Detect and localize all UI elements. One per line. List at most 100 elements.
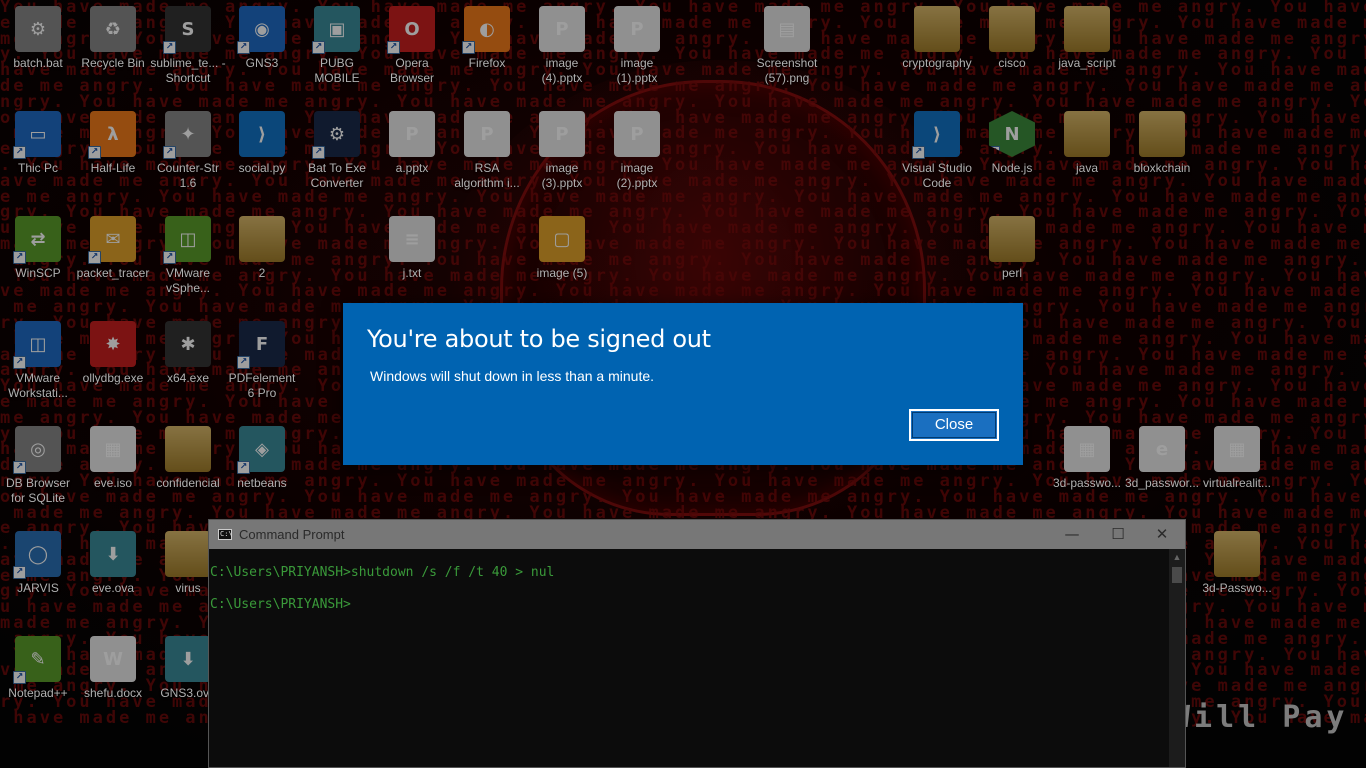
desktop-icon[interactable]: ⬇ eve.ova [75, 525, 151, 596]
desktop-icon[interactable]: ✸ ollydbg.exe [75, 315, 151, 386]
file-icon [1064, 6, 1110, 52]
cmd-console-output[interactable]: C:\Users\PRIYANSH>shutdown /s /f /t 40 >… [209, 549, 1169, 767]
desktop-icon[interactable]: ▤ Screenshot (57).png [749, 0, 825, 86]
file-icon: ⚙ [15, 6, 61, 52]
desktop-icon-label: Screenshot (57).png [756, 56, 818, 85]
desktop-icon-label: Half-Life [90, 161, 136, 175]
desktop-icon[interactable]: ⚙ batch.bat [0, 0, 76, 71]
file-icon [989, 216, 1035, 262]
shortcut-arrow-icon: ↗ [13, 461, 26, 474]
desktop-icon-label: java_script [1058, 56, 1116, 70]
cmd-line: C:\Users\PRIYANSH>shutdown /s /f /t 40 >… [210, 565, 555, 580]
desktop-icon[interactable]: Wshefu.docx [75, 630, 151, 701]
desktop-icon[interactable]: 3d-Passwo... [1199, 525, 1275, 596]
desktop-icon[interactable]: cisco [974, 0, 1050, 71]
scroll-thumb[interactable] [1172, 567, 1182, 583]
desktop-icon-label: social.py [238, 161, 286, 175]
desktop-icon-label: java [1075, 161, 1098, 175]
file-icon [239, 216, 285, 262]
desktop-icon[interactable]: ⚙ ↗ Bat To Exe Converter [299, 105, 375, 191]
desktop-icon[interactable]: cryptography [899, 0, 975, 71]
file-icon: ✦ ↗ [163, 111, 211, 159]
desktop-icon[interactable]: ▦ 3d-passwo... [1049, 420, 1125, 491]
desktop-icon[interactable]: ✉ ↗ packet_tracer [75, 210, 151, 281]
desktop-icon[interactable]: ✱ x64.exe [150, 315, 226, 386]
file-icon: ◐ ↗ [462, 6, 510, 54]
desktop-icon[interactable]: ◫ ↗ VMware Workstati... [0, 315, 76, 401]
desktop-icon-label: ollydbg.exe [82, 371, 144, 385]
desktop-icon-label: Bat To Exe Converter [308, 161, 366, 190]
desktop-icon[interactable]: F ↗ PDFelement 6 Pro [224, 315, 300, 401]
desktop-icon[interactable]: ◉ ↗ GNS3 [224, 0, 300, 71]
file-icon: ≡ [389, 216, 435, 262]
desktop-icon[interactable]: ▦ virtualrealit... [1199, 420, 1275, 491]
command-prompt-window[interactable]: C:\ Command Prompt — ☐ ✕ C:\Users\PRIYAN… [208, 519, 1186, 768]
desktop-icon[interactable]: ⇄ ↗ WinSCP [0, 210, 76, 281]
file-icon: P [389, 111, 435, 157]
file-icon: ▦ [90, 426, 136, 472]
desktop-icon[interactable]: ▢ image (5) [524, 210, 600, 281]
desktop-icon-label: virtualrealit... [1202, 476, 1272, 490]
desktop-icon-label: Opera Browser [389, 56, 434, 85]
desktop-icon[interactable]: perl [974, 210, 1050, 281]
desktop-icon[interactable]: java [1049, 105, 1125, 176]
desktop-icon[interactable]: Pimage (4).pptx [524, 0, 600, 86]
cmd-scrollbar[interactable]: ▲ [1169, 549, 1185, 767]
file-icon: ✱ [165, 321, 211, 367]
file-icon: ⟩ [239, 111, 285, 157]
file-icon: e [1139, 426, 1185, 472]
desktop-icon[interactable]: ◈ ↗ netbeans [224, 420, 300, 491]
desktop-icon-label: j.txt [402, 266, 422, 280]
desktop-icon[interactable]: ◎ ↗ DB Browser for SQLite [0, 420, 76, 506]
desktop-icon[interactable]: ▦ eve.iso [75, 420, 151, 491]
desktop-icon-label: 3d_passwor... [1124, 476, 1200, 490]
desktop-icon[interactable]: ▭ ↗ Thic Pc [0, 105, 76, 176]
desktop-icon-label: image (1).pptx [616, 56, 658, 85]
close-window-button[interactable]: ✕ [1139, 520, 1185, 549]
shortcut-arrow-icon: ↗ [237, 356, 250, 369]
desktop-icon[interactable]: 2 [224, 210, 300, 281]
desktop-icon[interactable]: e 3d_passwor... [1124, 420, 1200, 491]
desktop-icon[interactable]: λ ↗ Half-Life [75, 105, 151, 176]
desktop-icon[interactable]: confidencial [150, 420, 226, 491]
desktop-icon[interactable]: ◐ ↗ Firefox [449, 0, 525, 71]
cmd-title-bar[interactable]: C:\ Command Prompt — ☐ ✕ [209, 520, 1185, 549]
shortcut-arrow-icon: ↗ [237, 461, 250, 474]
shortcut-arrow-icon: ↗ [163, 251, 176, 264]
desktop-icon[interactable]: N ↗ Node.js [974, 105, 1050, 176]
shortcut-arrow-icon: ↗ [237, 41, 250, 54]
desktop-icon[interactable]: Pimage (3).pptx [524, 105, 600, 191]
desktop-icon[interactable]: Pimage (1).pptx [599, 0, 675, 86]
desktop-icon[interactable]: ▣ ↗ PUBG MOBILE [299, 0, 375, 86]
desktop-icon[interactable]: P RSA algorithm i... [449, 105, 525, 191]
shortcut-arrow-icon: ↗ [13, 251, 26, 264]
desktop-icon[interactable]: java_script [1049, 0, 1125, 71]
desktop-icon[interactable]: ≡ j.txt [374, 210, 450, 281]
desktop-icon[interactable]: ◯ ↗ JARVIS [0, 525, 76, 596]
desktop-icon[interactable]: Pimage (2).pptx [599, 105, 675, 191]
shortcut-arrow-icon: ↗ [312, 41, 325, 54]
desktop-icon[interactable]: ♻ Recycle Bin [75, 0, 151, 71]
maximize-button[interactable]: ☐ [1095, 520, 1141, 549]
desktop-icon[interactable]: ⟩ ↗ Visual Studio Code [899, 105, 975, 191]
desktop-icon[interactable]: O ↗ Opera Browser [374, 0, 450, 86]
desktop-icon[interactable]: ✎ ↗ Notepad++ [0, 630, 76, 701]
close-button[interactable]: Close [909, 409, 999, 441]
file-icon [165, 531, 211, 577]
desktop-icon[interactable]: S ↗ sublime_te... - Shortcut [150, 0, 226, 86]
file-icon [165, 426, 211, 472]
desktop-icon[interactable]: ⟩ social.py [224, 105, 300, 176]
desktop-icon[interactable]: Pa.pptx [374, 105, 450, 176]
shortcut-arrow-icon: ↗ [989, 146, 1000, 157]
file-icon [989, 6, 1035, 52]
desktop-icon[interactable]: ◫ ↗ VMware vSphe... [150, 210, 226, 296]
desktop-icon[interactable]: bloxkchain [1124, 105, 1200, 176]
desktop-icon-label: DB Browser for SQLite [5, 476, 70, 505]
file-icon: λ ↗ [88, 111, 136, 159]
scroll-up-arrow-icon[interactable]: ▲ [1169, 549, 1185, 566]
desktop-icon-label: Node.js [991, 161, 1033, 175]
dialog-message: Windows will shut down in less than a mi… [370, 368, 655, 384]
minimize-button[interactable]: — [1049, 520, 1095, 549]
desktop-icon[interactable]: ✦ ↗ Counter-Str 1.6 [150, 105, 226, 191]
file-icon: ▭ ↗ [13, 111, 61, 159]
